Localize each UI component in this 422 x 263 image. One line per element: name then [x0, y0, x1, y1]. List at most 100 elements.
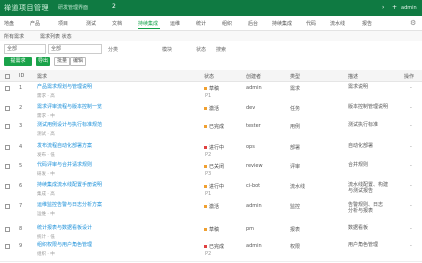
- status-dot: [204, 228, 207, 231]
- filter-module[interactable]: 模块: [162, 46, 172, 53]
- table-row[interactable]: 6 持续集成流水线配置手册说明 集成 · 高 进行中 P1 ci-bot 流水线 流水线配置、…: [0, 180, 422, 201]
- chevron-right-icon[interactable]: ›: [382, 4, 384, 11]
- description: 版本控制管理说明: [348, 104, 404, 110]
- status-dot: [204, 245, 207, 248]
- row-checkbox[interactable]: [5, 86, 10, 91]
- story-title-link[interactable]: 产品需求规划与管理说明: [37, 84, 102, 90]
- table-row[interactable]: 9 组织权限与用户角色管理 组织 · 中 已完成 P2 admin 权限 用户角色管理 -: [0, 240, 422, 262]
- status-dot: [204, 205, 207, 208]
- story-title-link[interactable]: 发布流程自动化部署方案: [37, 143, 102, 149]
- menu-item-12[interactable]: 代码: [306, 20, 316, 27]
- story-title-link[interactable]: 运维监控告警与日志分析方案: [37, 202, 102, 208]
- status-badge: 已关闭: [204, 163, 224, 170]
- description: 合并规则: [348, 162, 404, 168]
- menu-item-10[interactable]: 后台: [248, 20, 258, 27]
- menu-item-5[interactable]: 文档: [112, 20, 122, 27]
- row-checkbox[interactable]: [5, 184, 10, 189]
- story-type: 权限: [290, 244, 301, 250]
- creator: tester: [246, 123, 261, 129]
- filter-status[interactable]: 状态: [196, 46, 206, 53]
- menu-item-1[interactable]: 地盘: [4, 20, 14, 27]
- row-checkbox[interactable]: [5, 145, 10, 150]
- notification-badge[interactable]: 2: [112, 3, 116, 10]
- table-row[interactable]: 1 产品需求规划与管理说明 需求 · 高 草稿 P1 admin 需求 需求说明 -: [0, 82, 422, 103]
- row-id: 1: [19, 85, 23, 91]
- row-checkbox[interactable]: [5, 244, 10, 249]
- col-status[interactable]: 状态: [204, 73, 214, 80]
- col-creator[interactable]: 创建者: [246, 73, 261, 80]
- table-row[interactable]: 8 统计报表与数据看板设计 统计 · 低草稿 pm 报表 数据看板 -: [0, 223, 422, 241]
- col-desc[interactable]: 描述: [348, 73, 358, 80]
- batch-button[interactable]: 批量: [54, 57, 70, 66]
- story-meta: 组织 · 中: [37, 252, 55, 257]
- story-type: 需求: [290, 86, 301, 92]
- table-row[interactable]: 4 发布流程自动化部署方案 发布 · 低 进行中 P2 ops 部署 自动化部署 -: [0, 141, 422, 161]
- tab-list[interactable]: 需求列表 状态: [40, 33, 72, 40]
- description-line-1: 合并规则: [348, 162, 369, 168]
- system-name: 研发管理界面: [58, 5, 89, 11]
- row-actions-icon[interactable]: -: [410, 163, 412, 169]
- menu-item-11[interactable]: 持续集成: [272, 20, 292, 27]
- menu-item-6-active[interactable]: 持续集成: [138, 20, 158, 27]
- tab-all[interactable]: 所有需求: [4, 33, 24, 40]
- row-checkbox[interactable]: [5, 227, 10, 232]
- table-row[interactable]: 2 需求评审流程与版本控制一览 需求 · 中 激活 dev 任务 版本控制管理说明 -: [0, 102, 422, 121]
- edit-button[interactable]: 编辑: [70, 57, 86, 66]
- row-actions-icon[interactable]: -: [410, 226, 412, 232]
- story-type: 监控: [290, 204, 301, 210]
- col-type[interactable]: 类型: [290, 73, 300, 80]
- menu-item-7[interactable]: 运维: [170, 20, 180, 27]
- row-actions-icon[interactable]: -: [410, 183, 412, 189]
- row-actions-icon[interactable]: -: [410, 85, 412, 91]
- row-actions-icon[interactable]: -: [410, 105, 412, 111]
- story-title-link[interactable]: 统计报表与数据看板设计: [37, 225, 102, 231]
- filter-select-1[interactable]: 全部: [4, 44, 46, 54]
- creator: admin: [246, 203, 262, 209]
- filter-search[interactable]: 搜索: [216, 46, 226, 53]
- row-actions-icon[interactable]: -: [410, 144, 412, 150]
- table-row[interactable]: 3 测试用例设计与执行标准规范 测试 · 高 已完成 tester 用例 测试执行标准 -: [0, 120, 422, 142]
- menu-item-13[interactable]: 流水线: [330, 20, 345, 27]
- app-logo[interactable]: 禅道项目管理: [4, 3, 49, 13]
- description-line-2: 与测试报告: [348, 188, 374, 194]
- menu-item-8[interactable]: 统计: [196, 20, 206, 27]
- row-actions-icon[interactable]: -: [410, 243, 412, 249]
- status-badge: 激活: [204, 203, 219, 210]
- menu-item-4[interactable]: 测试: [86, 20, 96, 27]
- story-title-link[interactable]: 代码评审与合并请求规则: [37, 162, 102, 168]
- row-actions-icon[interactable]: -: [410, 123, 412, 129]
- row-id: 5: [19, 163, 23, 169]
- create-story-button[interactable]: 提需求: [4, 57, 32, 66]
- description-line-1: 版本控制管理说明: [348, 104, 389, 110]
- export-button[interactable]: 导出: [36, 57, 50, 66]
- creator: dev: [246, 105, 256, 111]
- row-checkbox[interactable]: [5, 164, 10, 169]
- row-actions-icon[interactable]: -: [410, 203, 412, 209]
- filter-category[interactable]: 分类: [108, 46, 118, 53]
- story-type: 报表: [290, 227, 301, 233]
- col-id[interactable]: ID: [19, 73, 24, 79]
- active-menu-underline: [138, 28, 160, 29]
- col-story[interactable]: 需求: [37, 73, 47, 80]
- menu-item-9[interactable]: 组织: [222, 20, 232, 27]
- row-id: 3: [19, 123, 23, 129]
- row-checkbox[interactable]: [5, 106, 10, 111]
- story-title-link[interactable]: 测试用例设计与执行标准规范: [37, 122, 102, 128]
- gear-icon[interactable]: ⚙: [410, 19, 416, 27]
- plus-icon[interactable]: +: [392, 4, 397, 11]
- user-menu[interactable]: admin: [401, 5, 417, 11]
- row-checkbox[interactable]: [5, 204, 10, 209]
- story-title-link[interactable]: 持续集成流水线配置手册说明: [37, 182, 102, 188]
- story-title-link[interactable]: 组织权限与用户角色管理: [37, 242, 102, 248]
- story-title-link[interactable]: 需求评审流程与版本控制一览: [37, 104, 102, 110]
- story-meta: 测试 · 高: [37, 132, 55, 137]
- table-row[interactable]: 5 代码评审与合并请求规则 研发 · 中 已关闭 P3 review 评审 合并规则 -: [0, 160, 422, 181]
- row-checkbox[interactable]: [5, 124, 10, 129]
- filter-select-2[interactable]: 全部: [48, 44, 102, 54]
- menu-item-3[interactable]: 项目: [58, 20, 68, 27]
- menu-item-2[interactable]: 产品: [30, 20, 40, 27]
- menu-item-14[interactable]: 报告: [362, 20, 372, 27]
- story-type: 任务: [290, 106, 301, 112]
- select-all-checkbox[interactable]: [5, 74, 10, 79]
- table-row[interactable]: 7 运维监控告警与日志分析方案 运维 · 中 激活 admin 监控 告警规则、日志 分析与报…: [0, 200, 422, 224]
